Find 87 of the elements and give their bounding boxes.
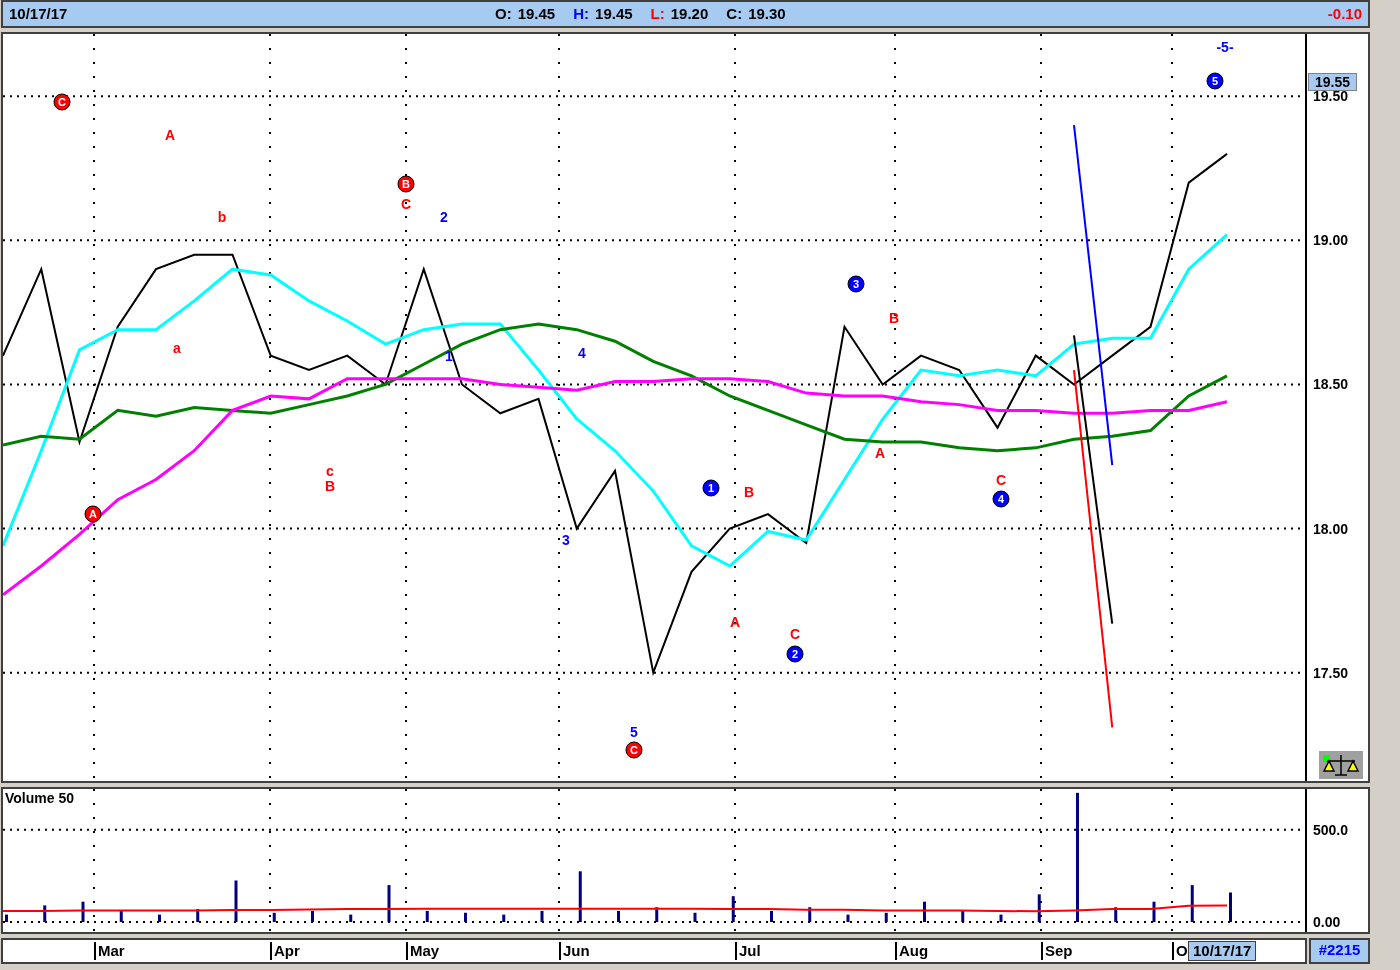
volume-bar: [1229, 892, 1232, 922]
volume-bar: [617, 910, 620, 922]
quote-field-value: 19.45: [517, 3, 556, 24]
axis-label: 19.00: [1313, 233, 1349, 248]
volume-bar: [846, 914, 850, 922]
volume-bar: [1037, 894, 1041, 922]
wave-marker: 2: [786, 645, 804, 663]
month-label: Aug: [895, 942, 929, 960]
volume-bar: [1114, 907, 1118, 922]
wave-marker: 3: [847, 275, 865, 293]
volume-bar: [1190, 885, 1194, 922]
cursor-date: 10/17/17: [1188, 941, 1257, 961]
volume-bar: [540, 910, 544, 922]
wave-marker: 1: [702, 479, 720, 497]
wave-label: B: [324, 478, 336, 494]
quote-field-label: H:: [573, 3, 590, 24]
wave-label: A: [874, 445, 886, 461]
wave-marker: C: [53, 93, 71, 111]
quote-date: 10/17/17: [9, 3, 69, 24]
volume-bar: [693, 912, 697, 922]
last-price-label: 19.55: [1308, 72, 1358, 91]
month-label: Jul: [735, 942, 761, 960]
volume-bar: [999, 914, 1003, 922]
quote-field-value: 19.20: [670, 3, 709, 24]
axis-label: 19.50: [1313, 89, 1349, 104]
volume-bar: [311, 910, 314, 922]
quote-field-value: 19.45: [595, 3, 633, 24]
volume-bar: [81, 901, 85, 922]
month-label: Sep: [1041, 942, 1073, 960]
volume-bar: [464, 912, 467, 922]
wave-label: C: [400, 196, 412, 212]
month-label: May: [406, 942, 440, 960]
volume-bar: [196, 909, 200, 922]
wave-label: C: [995, 472, 1007, 488]
wave-label: B: [888, 310, 900, 326]
volume-bar: [578, 871, 582, 922]
volume-bar: [808, 907, 812, 922]
axis-label: 0.00: [1313, 915, 1341, 929]
wave-label: 5: [630, 724, 638, 740]
volume-bar: [1152, 901, 1156, 922]
quote-field-label: O:: [495, 3, 512, 24]
wave-marker: A: [84, 505, 102, 523]
wave-label: a: [173, 340, 181, 356]
wave-label: A: [729, 614, 741, 630]
volume-bar: [5, 914, 8, 922]
bar-count: #2215: [1309, 938, 1370, 964]
month-label: Apr: [270, 942, 300, 960]
price-change: -0.10: [1327, 3, 1362, 24]
volume-bar: [425, 910, 429, 922]
volume-bar: [502, 914, 506, 922]
quote-field-value: 19.30: [748, 3, 786, 24]
wave-label: C: [789, 626, 801, 642]
wave-marker: B: [397, 175, 415, 193]
volume-bar: [961, 910, 965, 922]
wave-marker: 5: [1206, 72, 1224, 90]
wave-label: 1: [445, 348, 453, 364]
wave-marker: 4: [992, 490, 1010, 508]
month-label: Jun: [559, 942, 590, 960]
volume-bar: [923, 901, 926, 922]
volume-bar: [731, 896, 735, 922]
volume-bar: [43, 905, 47, 922]
wave-label: A: [164, 127, 176, 143]
quote-field-label: C:: [726, 3, 743, 24]
wave-marker: C: [625, 741, 643, 759]
wave-label: c: [326, 463, 334, 479]
volume-bar: [884, 912, 888, 922]
wave-label: -5-: [1216, 39, 1234, 55]
quote-field-label: L:: [650, 3, 665, 24]
wave-label: 2: [440, 209, 448, 225]
volume-bar: [158, 914, 161, 922]
volume-bar: [655, 907, 659, 922]
volume-bar: [119, 910, 123, 922]
volume-title: Volume 50: [5, 791, 74, 805]
wave-label: 4: [578, 345, 586, 361]
wave-label: B: [743, 484, 755, 500]
volume-bar: [387, 885, 391, 922]
axis-label: 18.50: [1313, 377, 1349, 392]
volume-bar: [349, 914, 353, 922]
axis-label: 17.50: [1313, 665, 1349, 680]
volume-bar: [770, 910, 773, 922]
axis-label: 18.00: [1313, 521, 1349, 536]
wave-label: b: [217, 209, 227, 225]
volume-bar: [272, 912, 276, 922]
axis-label: 500.0: [1313, 822, 1349, 837]
wave-label: 3: [562, 532, 570, 548]
volume-bar: [234, 880, 238, 922]
month-label: Mar: [94, 942, 125, 960]
